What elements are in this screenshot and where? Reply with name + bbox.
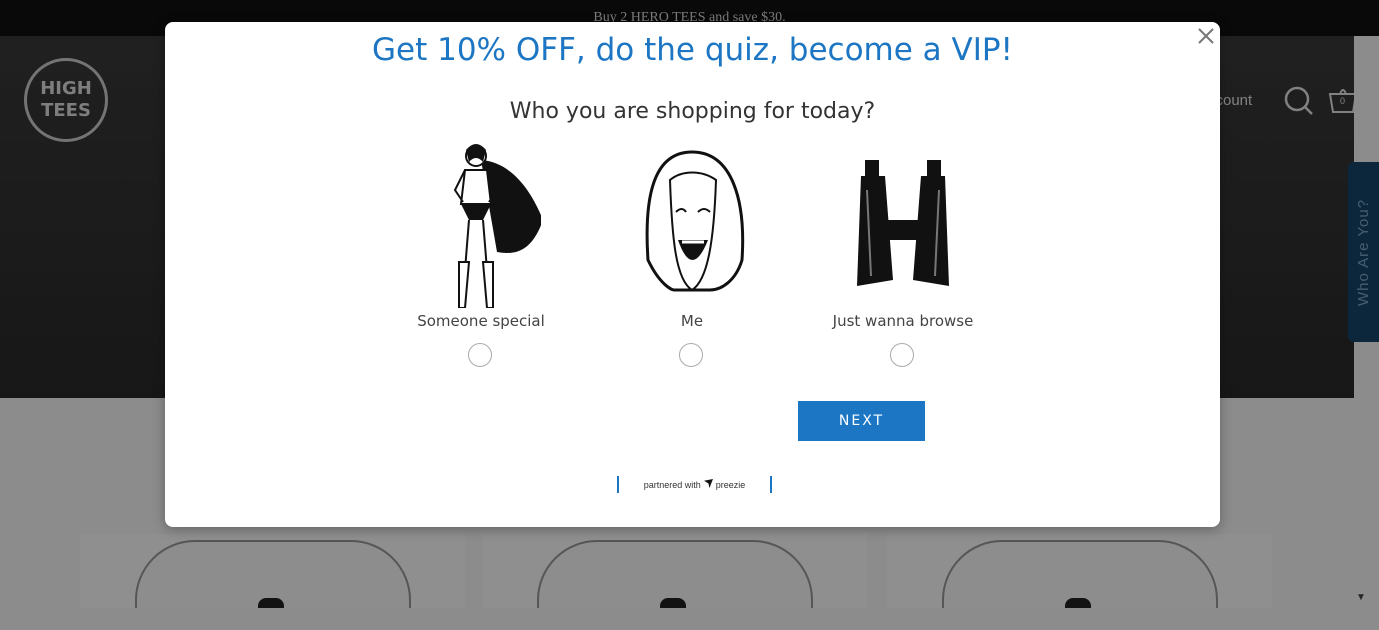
modal-title: Get 10% OFF, do the quiz, become a VIP! (372, 32, 1013, 68)
binoculars-illustration (857, 160, 949, 286)
option-label: Just wanna browse (832, 312, 974, 330)
quiz-question: Who you are shopping for today? (509, 99, 876, 124)
option-radio[interactable] (468, 343, 492, 367)
option-me[interactable]: Me (607, 140, 777, 375)
partner-badge[interactable]: partnered with preezie (617, 476, 772, 493)
laughing-woman-illustration (645, 150, 745, 292)
option-label: Someone special (417, 312, 545, 330)
option-someone-special[interactable]: Someone special (396, 140, 566, 375)
preezie-logo-icon (703, 479, 713, 490)
partner-prefix: partnered with (643, 479, 701, 490)
option-radio[interactable] (679, 343, 703, 367)
option-label: Me (680, 312, 704, 330)
option-radio[interactable] (890, 343, 914, 367)
superhero-woman-illustration (453, 144, 541, 308)
quiz-modal: Get 10% OFF, do the quiz, become a VIP! … (165, 22, 1220, 527)
next-button[interactable]: NEXT (798, 401, 925, 441)
option-just-browse[interactable]: Just wanna browse (818, 140, 988, 375)
partner-name: preezie (715, 479, 746, 490)
